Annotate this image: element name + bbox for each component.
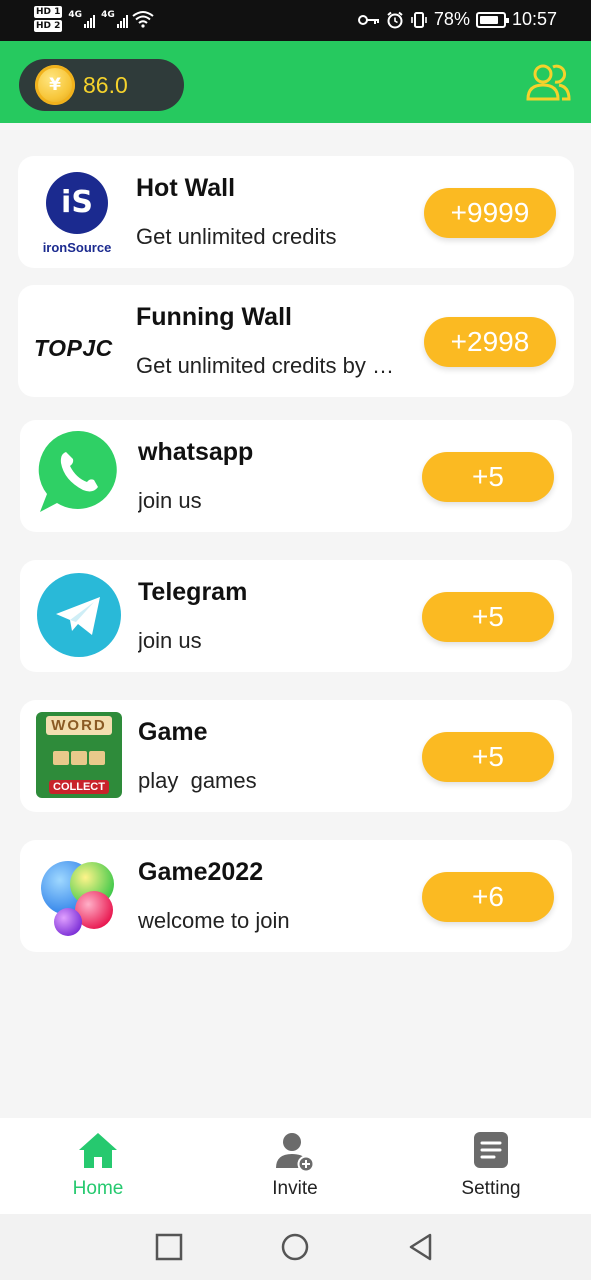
hd-indicators: HD 1 HD 2 [34, 6, 63, 32]
bottom-nav: Home Invite Setting [0, 1118, 591, 1214]
offer-card-hot-wall[interactable]: iS ironSource Hot Wall Get unlimited cre… [18, 156, 574, 268]
topjoy-logo: TOPJC [34, 305, 120, 391]
card-description: join us [138, 628, 202, 653]
battery-icon [475, 11, 509, 28]
recent-apps-icon[interactable] [152, 1230, 186, 1264]
offer-card-funning-wall[interactable]: TOPJC Funning Wall Get unlimited credits… [18, 285, 574, 397]
topjoy-wordmark: TOPJC [34, 334, 113, 361]
nav-invite-label: Invite [272, 1178, 318, 1199]
alarm-icon [387, 11, 403, 28]
telegram-logo [36, 572, 122, 658]
card-description: welcome to join [138, 908, 290, 933]
card-title: Telegram [138, 578, 248, 606]
whatsapp-icon [38, 430, 117, 512]
telegram-icon [37, 573, 121, 657]
users-icon[interactable] [524, 61, 572, 105]
card-title: Game2022 [138, 858, 264, 886]
status-right: 78% 10:57 [357, 9, 557, 30]
add-user-icon [276, 1133, 315, 1173]
balance-value: 86.0 [83, 71, 128, 98]
signal-icon: 4G [68, 10, 96, 28]
nav-setting[interactable]: Setting [426, 1128, 556, 1200]
nav-invite[interactable]: Invite [230, 1128, 360, 1200]
ironsource-logo: iS ironSource [34, 170, 120, 256]
nav-home[interactable]: Home [33, 1128, 163, 1200]
card-title: whatsapp [138, 438, 254, 466]
home-icon [79, 1133, 117, 1168]
card-description: play games [138, 768, 257, 793]
reward-button[interactable]: +5 [422, 592, 554, 642]
word-collect-logo: WORD COLLECT [36, 712, 122, 798]
word-collect-word: WORD [46, 716, 112, 735]
card-title: Funning Wall [136, 303, 292, 331]
signal-icon-2: 4G [101, 10, 128, 28]
card-description: join us [138, 488, 202, 513]
coin-icon: ¥ [35, 65, 75, 105]
nav-setting-label: Setting [461, 1178, 521, 1199]
bubbles-icon [41, 861, 114, 936]
whatsapp-logo [36, 430, 122, 516]
reward-button[interactable]: +5 [422, 452, 554, 502]
offer-card-whatsapp[interactable]: whatsapp join us +5 [20, 420, 572, 532]
clock: 10:57 [511, 9, 557, 29]
battery-percent: 78% [433, 9, 470, 29]
card-description: Get unlimited credits [136, 224, 337, 249]
ironsource-badge: iS [46, 171, 108, 234]
document-icon [474, 1132, 508, 1168]
word-collect-banner: COLLECT [49, 780, 109, 794]
reward-button[interactable]: +9999 [424, 188, 556, 238]
ironsource-caption: ironSource [42, 239, 112, 255]
reward-button[interactable]: +6 [422, 872, 554, 922]
status-bar: HD 1 HD 2 4G 4G 78% 10:57 [0, 0, 591, 41]
key-icon [357, 14, 379, 25]
card-description: Get unlimited credits by doing tasks [136, 353, 402, 378]
app-header: ¥ 86.0 [0, 41, 591, 123]
hd1-badge: HD 1 [34, 6, 63, 18]
balance-pill[interactable]: ¥ 86.0 [19, 59, 184, 111]
offer-card-telegram[interactable]: Telegram join us +5 [20, 560, 572, 672]
vibrate-icon [411, 11, 427, 28]
letter-tiles [53, 750, 105, 765]
system-nav-bar [0, 1214, 591, 1280]
status-left: HD 1 HD 2 4G 4G [34, 6, 154, 32]
wifi-icon [132, 11, 154, 28]
home-circle-icon[interactable] [278, 1230, 312, 1264]
nav-home-label: Home [72, 1178, 124, 1199]
back-triangle-icon[interactable] [404, 1230, 438, 1264]
card-title: Hot Wall [136, 174, 236, 202]
offer-card-game2022[interactable]: Game2022 welcome to join +6 [20, 840, 572, 952]
offer-card-game[interactable]: WORD COLLECT Game play games +5 [20, 700, 572, 812]
reward-button[interactable]: +2998 [424, 317, 556, 367]
card-title: Game [138, 718, 208, 746]
reward-button[interactable]: +5 [422, 732, 554, 782]
hd2-badge: HD 2 [34, 20, 63, 32]
game-center-logo [36, 854, 122, 940]
